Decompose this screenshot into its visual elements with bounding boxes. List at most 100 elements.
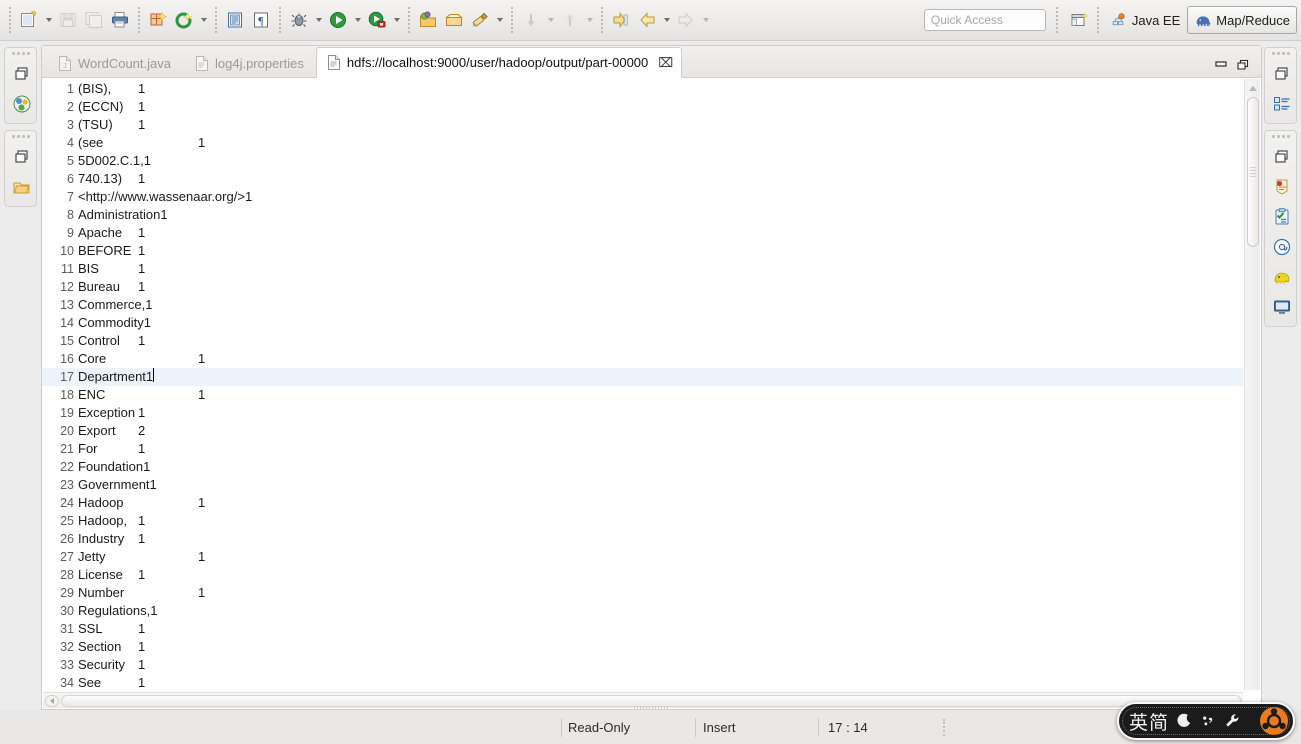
save-button[interactable]	[55, 7, 81, 33]
code-line[interactable]: 22 Foundation1	[42, 458, 1243, 476]
wrench-icon[interactable]	[1224, 712, 1241, 730]
refresh-dropdown-arrow[interactable]	[197, 7, 210, 33]
sogou-logo-icon[interactable]	[1259, 706, 1289, 736]
code-line[interactable]: 25 Hadoop, 1	[42, 512, 1243, 530]
dfs-locations-view-button[interactable]	[5, 89, 38, 119]
code-line[interactable]: 4 (see 1	[42, 134, 1243, 152]
code-line[interactable]: 27 Jetty 1	[42, 548, 1243, 566]
minimize-editor-button[interactable]	[1211, 56, 1231, 74]
code-line[interactable]: 10 BEFORE 1	[42, 242, 1243, 260]
restore-view-button[interactable]	[5, 142, 38, 172]
new-dropdown-arrow[interactable]	[42, 7, 55, 33]
vertical-scrollbar-thumb[interactable]	[1247, 97, 1259, 247]
code-line[interactable]: 2 (ECCN) 1	[42, 98, 1243, 116]
refresh-button[interactable]	[171, 7, 197, 33]
last-edit-location-button[interactable]	[608, 7, 634, 33]
code-line[interactable]: 24 Hadoop 1	[42, 494, 1243, 512]
code-line[interactable]: 16 Core 1	[42, 350, 1243, 368]
view-group-grip[interactable]	[5, 131, 36, 142]
code-line[interactable]: 12 Bureau 1	[42, 278, 1243, 296]
new-package-button[interactable]	[441, 7, 467, 33]
new-wizard-button[interactable]	[145, 7, 171, 33]
debug-dropdown-arrow[interactable]	[312, 7, 325, 33]
scroll-left-arrow-icon[interactable]	[45, 695, 59, 707]
code-line[interactable]: 3 (TSU) 1	[42, 116, 1243, 134]
perspective-map-reduce[interactable]: Map/Reduce	[1187, 6, 1297, 34]
code-line[interactable]: 14 Commodity1	[42, 314, 1243, 332]
toggle-markers-button[interactable]: ¶	[248, 7, 274, 33]
code-line[interactable]: 29 Number 1	[42, 584, 1243, 602]
close-icon[interactable]: ⌧	[658, 56, 673, 69]
tasks-view-button[interactable]	[1265, 202, 1298, 232]
quick-access-input[interactable]: Quick Access	[923, 9, 1046, 31]
code-line[interactable]: 11 BIS 1	[42, 260, 1243, 278]
console-view-button[interactable]	[1265, 292, 1298, 322]
code-line[interactable]: 5 5D002.C.1,1	[42, 152, 1243, 170]
code-line[interactable]: 30 Regulations,1	[42, 602, 1243, 620]
forward-button[interactable]	[673, 7, 699, 33]
new-class-dropdown-arrow[interactable]	[493, 7, 506, 33]
editor-tab-log4j[interactable]: log4j.properties	[183, 49, 316, 77]
editor-tab-part-00000[interactable]: hdfs://localhost:9000/user/hadoop/output…	[315, 47, 683, 78]
next-annotation-dropdown-arrow[interactable]	[544, 7, 557, 33]
moon-icon[interactable]	[1176, 712, 1193, 730]
previous-annotation-dropdown-arrow[interactable]	[583, 7, 596, 33]
code-line[interactable]: 17 Department1	[42, 368, 1243, 386]
code-line[interactable]: 33 Security 1	[42, 656, 1243, 674]
forward-dropdown-arrow[interactable]	[699, 7, 712, 33]
code-line[interactable]: 6 740.13) 1	[42, 170, 1243, 188]
perspective-java-ee[interactable]: Java EE	[1104, 6, 1187, 34]
punctuation-icon[interactable]	[1200, 712, 1217, 730]
next-annotation-button[interactable]	[518, 7, 544, 33]
back-dropdown-arrow[interactable]	[660, 7, 673, 33]
coverage-button[interactable]	[364, 7, 390, 33]
scroll-up-arrow-icon[interactable]	[1247, 81, 1259, 95]
save-all-button[interactable]	[81, 7, 107, 33]
restore-view-button[interactable]	[1265, 59, 1298, 89]
project-explorer-view-button[interactable]	[5, 172, 38, 202]
back-button[interactable]	[634, 7, 660, 33]
ime-mode-label[interactable]: 英简	[1129, 708, 1169, 735]
code-line[interactable]: 32 Section 1	[42, 638, 1243, 656]
view-group-grip[interactable]	[5, 48, 36, 59]
outline-view-button[interactable]	[1265, 89, 1298, 119]
debug-button[interactable]	[286, 7, 312, 33]
code-line[interactable]: 21 For 1	[42, 440, 1243, 458]
editor-tab-wordcount[interactable]: J WordCount.java	[46, 49, 183, 77]
restore-view-button[interactable]	[1265, 142, 1298, 172]
view-group-grip[interactable]	[1265, 48, 1296, 59]
run-button[interactable]	[325, 7, 351, 33]
code-line[interactable]: 7 <http://www.wassenaar.org/>1	[42, 188, 1243, 206]
restore-view-button[interactable]	[5, 59, 38, 89]
view-group-grip[interactable]	[1265, 131, 1296, 142]
javadoc-view-button[interactable]	[1265, 232, 1298, 262]
code-line[interactable]: 28 License 1	[42, 566, 1243, 584]
maximize-editor-button[interactable]	[1233, 56, 1253, 74]
map-reduce-locations-view-button[interactable]	[1265, 262, 1298, 292]
code-line[interactable]: 9 Apache 1	[42, 224, 1243, 242]
vertical-scrollbar[interactable]	[1244, 79, 1260, 690]
code-line[interactable]: 34 See 1	[42, 674, 1243, 691]
status-drag-handle[interactable]	[943, 719, 945, 736]
code-line[interactable]: 15 Control 1	[42, 332, 1243, 350]
open-type-button[interactable]	[222, 7, 248, 33]
previous-annotation-button[interactable]	[557, 7, 583, 33]
code-line[interactable]: 19 Exception 1	[42, 404, 1243, 422]
code-line[interactable]: 13 Commerce,1	[42, 296, 1243, 314]
code-line[interactable]: 20 Export 2	[42, 422, 1243, 440]
code-line[interactable]: 18 ENC 1	[42, 386, 1243, 404]
print-button[interactable]	[107, 7, 133, 33]
code-line[interactable]: 23 Government1	[42, 476, 1243, 494]
coverage-dropdown-arrow[interactable]	[390, 7, 403, 33]
sogou-ime-bar[interactable]: 英简	[1117, 702, 1295, 740]
code-viewer[interactable]: 1 (BIS), 1 2 (ECCN) 1 3 (TSU) 1 4 (see 1 5 5D002.C.1,…	[42, 78, 1261, 709]
problems-view-button[interactable]	[1265, 172, 1298, 202]
code-line[interactable]: 31 SSL 1	[42, 620, 1243, 638]
new-class-button[interactable]	[467, 7, 493, 33]
code-line[interactable]: 1 (BIS), 1	[42, 80, 1243, 98]
run-dropdown-arrow[interactable]	[351, 7, 364, 33]
new-java-project-button[interactable]	[415, 7, 441, 33]
open-perspective-button[interactable]	[1066, 7, 1092, 33]
code-line[interactable]: 26 Industry 1	[42, 530, 1243, 548]
new-button[interactable]	[16, 7, 42, 33]
